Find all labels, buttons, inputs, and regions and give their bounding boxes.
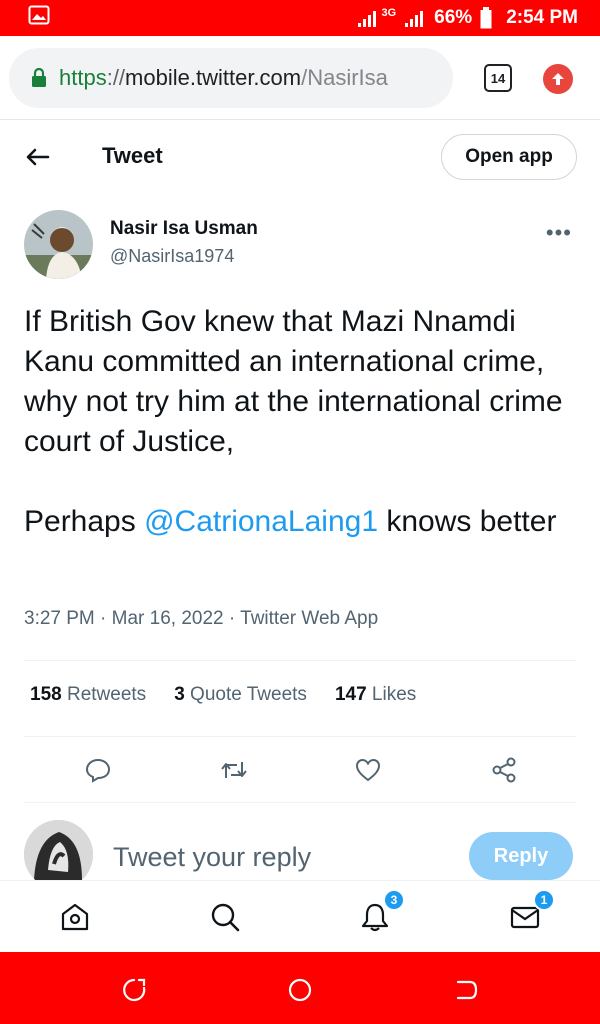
url-bar[interactable]: https://mobile.twitter.com/NasirIsa [9, 48, 453, 108]
gallery-icon [28, 5, 50, 25]
back-button-icon[interactable] [452, 976, 480, 1004]
divider [24, 802, 576, 803]
more-options-icon[interactable]: ••• [546, 220, 572, 246]
home-icon [61, 903, 89, 931]
url-scheme: https [59, 65, 107, 90]
retweet-button[interactable] [212, 748, 256, 792]
mention-link[interactable]: @CatrionaLaing1 [144, 505, 378, 538]
tweet-text: If British Gov knew that Mazi Nnamdi Kan… [24, 302, 584, 582]
notifications-badge: 3 [383, 889, 405, 911]
user-avatar[interactable] [24, 820, 93, 880]
reply-submit-button[interactable]: Reply [469, 832, 573, 880]
back-arrow-icon[interactable] [22, 142, 52, 172]
likes-label: Likes [371, 684, 417, 705]
author-avatar[interactable] [24, 210, 93, 279]
retweet-icon [221, 762, 247, 778]
like-button[interactable] [346, 748, 390, 792]
nav-messages[interactable]: 1 [507, 889, 555, 935]
quotes-stat[interactable]: 3 Quote Tweets [174, 684, 307, 706]
lock-icon [32, 68, 46, 87]
quotes-label: Quote Tweets [190, 684, 307, 705]
url-separator: :// [106, 65, 126, 90]
update-button[interactable] [543, 64, 573, 94]
home-button-icon[interactable] [286, 976, 314, 1004]
tweet-author: Nasir Isa Usman @NasirIsa1974 ••• [24, 210, 584, 282]
network-type: 3G [381, 7, 397, 19]
battery-icon [480, 7, 492, 29]
nav-notifications[interactable]: 3 [357, 889, 405, 935]
tweet-meta[interactable]: 3:27 PM · Mar 16, 2022 · Twitter Web App [24, 608, 378, 630]
reply-composer: Tweet your reply Reply [0, 804, 600, 880]
share-button[interactable] [482, 748, 526, 792]
search-icon [211, 903, 240, 932]
browser-toolbar: https://mobile.twitter.com/NasirIsa 14 [0, 36, 600, 120]
tweet-stats: 158 Retweets 3 Quote Tweets 147 Likes [30, 684, 416, 706]
tab-switcher-button[interactable]: 14 [484, 64, 512, 92]
retweets-stat[interactable]: 158 Retweets [30, 684, 146, 706]
clock: 2:54 PM [506, 7, 578, 28]
open-app-button[interactable]: Open app [441, 134, 577, 180]
divider [24, 736, 576, 737]
page-title: Tweet [102, 143, 163, 168]
quotes-count: 3 [174, 684, 185, 705]
arrow-up-icon [552, 73, 564, 85]
bottom-nav: 3 1 [0, 880, 600, 952]
tweet-text-before-mention: Perhaps [24, 505, 145, 538]
reply-input[interactable]: Tweet your reply [113, 842, 311, 873]
status-bar: 3G 66% 2:54 PM [0, 0, 600, 36]
tweet-actions [24, 748, 576, 792]
retweets-label: Retweets [66, 684, 147, 705]
messages-badge: 1 [533, 889, 555, 911]
signal-icon-2 [405, 11, 424, 27]
likes-stat[interactable]: 147 Likes [335, 684, 416, 706]
url-host: mobile.twitter.com [125, 65, 302, 90]
tweet-text-after-mention: knows better [378, 505, 557, 538]
tweet-paragraph-1: If British Gov knew that Mazi Nnamdi Kan… [24, 305, 563, 458]
url-path: /NasirIsa [301, 65, 388, 90]
system-navigation-bar [0, 952, 600, 1024]
comment-icon [85, 758, 111, 783]
tweet-paragraph-2: Perhaps @CatrionaLaing1 knows better [24, 502, 584, 542]
signal-icon [358, 11, 377, 27]
share-icon [492, 757, 516, 783]
nav-home[interactable] [57, 899, 93, 935]
tweet-header: Tweet Open app [0, 120, 600, 192]
likes-count: 147 [334, 684, 367, 705]
recent-apps-icon[interactable] [120, 976, 148, 1004]
nav-explore[interactable] [207, 899, 243, 935]
retweets-count: 158 [30, 684, 62, 705]
divider [24, 660, 576, 661]
battery-percent: 66% [434, 7, 473, 28]
reply-button[interactable] [76, 748, 120, 792]
heart-icon [355, 758, 381, 782]
author-name[interactable]: Nasir Isa Usman [110, 218, 258, 240]
author-handle[interactable]: @NasirIsa1974 [110, 246, 234, 267]
